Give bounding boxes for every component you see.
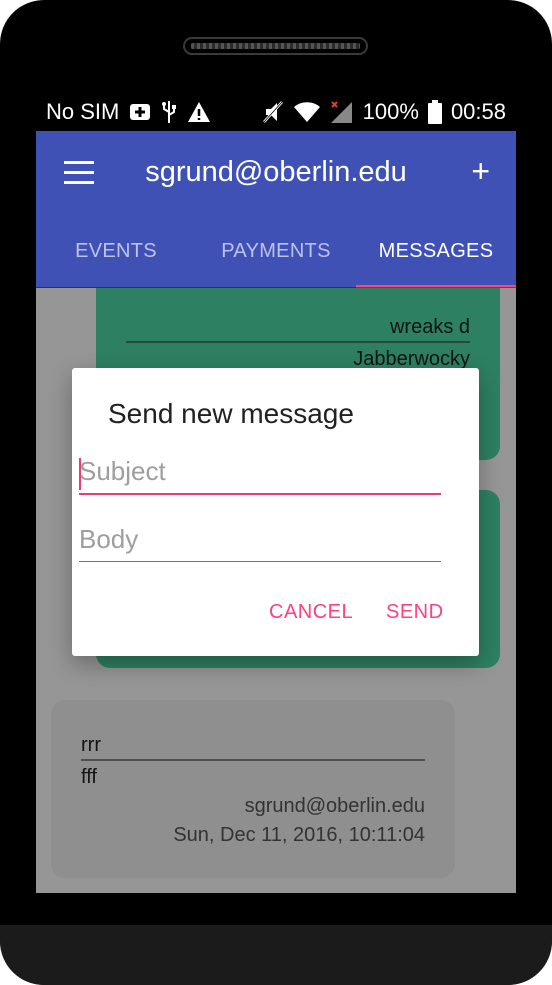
tab-messages[interactable]: MESSAGES bbox=[356, 228, 516, 288]
device-chin bbox=[0, 925, 552, 985]
send-button[interactable]: SEND bbox=[386, 601, 444, 624]
signal-icon bbox=[330, 100, 354, 124]
device-frame: No SIM 100% 00:58 sgrund@oberlin.edu + E… bbox=[0, 0, 552, 985]
send-message-dialog: Send new message CANCEL SEND bbox=[72, 368, 479, 656]
text-caret bbox=[79, 458, 81, 490]
tab-events[interactable]: EVENTS bbox=[36, 228, 196, 288]
carrier-label: No SIM bbox=[46, 99, 120, 124]
cancel-button[interactable]: CANCEL bbox=[269, 601, 353, 624]
dialog-title: Send new message bbox=[108, 398, 354, 429]
body-input[interactable] bbox=[79, 524, 441, 555]
app-bar: sgrund@oberlin.edu + EVENTS PAYMENTS MES… bbox=[36, 131, 516, 288]
wifi-icon bbox=[293, 101, 321, 123]
usb-icon bbox=[161, 100, 177, 124]
add-icon[interactable]: + bbox=[471, 153, 490, 190]
battery-percent: 100% bbox=[362, 99, 419, 124]
tab-payments[interactable]: PAYMENTS bbox=[196, 228, 356, 288]
warning-icon bbox=[187, 101, 211, 123]
subject-input[interactable] bbox=[79, 456, 441, 487]
status-bar: No SIM 100% 00:58 bbox=[36, 96, 516, 130]
clock: 00:58 bbox=[450, 99, 506, 124]
subject-underline bbox=[79, 493, 441, 495]
body-underline bbox=[79, 561, 441, 562]
mute-icon bbox=[262, 100, 284, 124]
battery-icon bbox=[427, 100, 442, 124]
account-title: sgrund@oberlin.edu bbox=[145, 156, 407, 188]
tab-bar: EVENTS PAYMENTS MESSAGES bbox=[36, 228, 516, 288]
body-field bbox=[79, 524, 441, 562]
notification-plus-icon bbox=[129, 102, 151, 122]
subject-field bbox=[79, 456, 441, 495]
earpiece-speaker bbox=[183, 37, 368, 55]
